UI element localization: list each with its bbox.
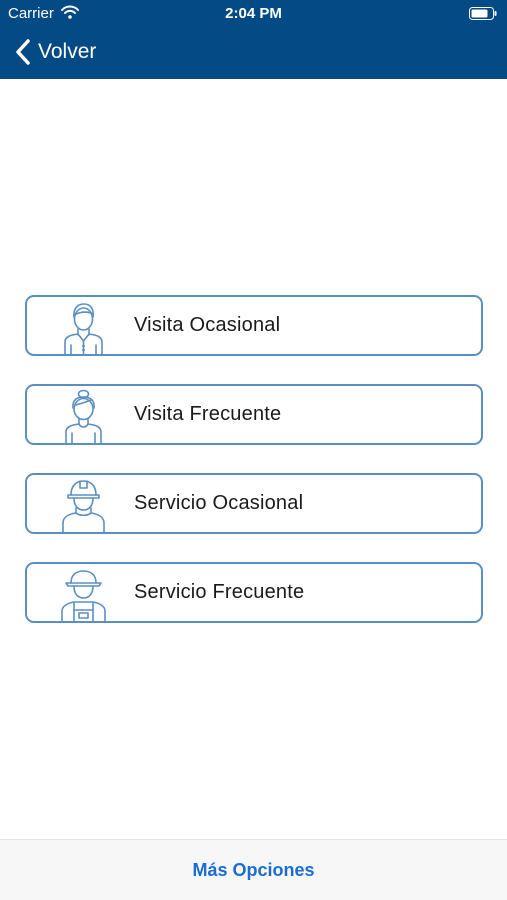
construction-worker-icon bbox=[62, 480, 105, 532]
navigation-header: Carrier 2:04 PM Volver bbox=[0, 0, 507, 79]
option-label: Visita Ocasional bbox=[134, 314, 281, 336]
back-button[interactable]: Volver bbox=[14, 37, 96, 67]
chevron-left-icon bbox=[16, 39, 30, 65]
status-bar: Carrier 2:04 PM bbox=[0, 0, 507, 28]
bottom-bar: Más Opciones bbox=[0, 839, 507, 900]
option-label: Servicio Frecuente bbox=[134, 581, 305, 603]
option-label: Servicio Ocasional bbox=[134, 492, 304, 514]
visit-type-list: Visita Ocasional Visita Frecuente Servic… bbox=[25, 295, 483, 651]
back-label: Volver bbox=[38, 40, 97, 63]
clock: 2:04 PM bbox=[225, 5, 282, 22]
option-visita-ocasional[interactable]: Visita Ocasional bbox=[25, 295, 483, 356]
more-options-button[interactable]: Más Opciones bbox=[192, 860, 314, 881]
technician-icon bbox=[61, 570, 106, 621]
man-icon bbox=[64, 303, 103, 354]
option-servicio-ocasional[interactable]: Servicio Ocasional bbox=[25, 473, 483, 534]
woman-icon bbox=[65, 389, 102, 443]
option-visita-frecuente[interactable]: Visita Frecuente bbox=[25, 384, 483, 445]
battery-icon bbox=[469, 7, 497, 24]
option-servicio-frecuente[interactable]: Servicio Frecuente bbox=[25, 562, 483, 623]
option-label: Visita Frecuente bbox=[134, 403, 282, 425]
